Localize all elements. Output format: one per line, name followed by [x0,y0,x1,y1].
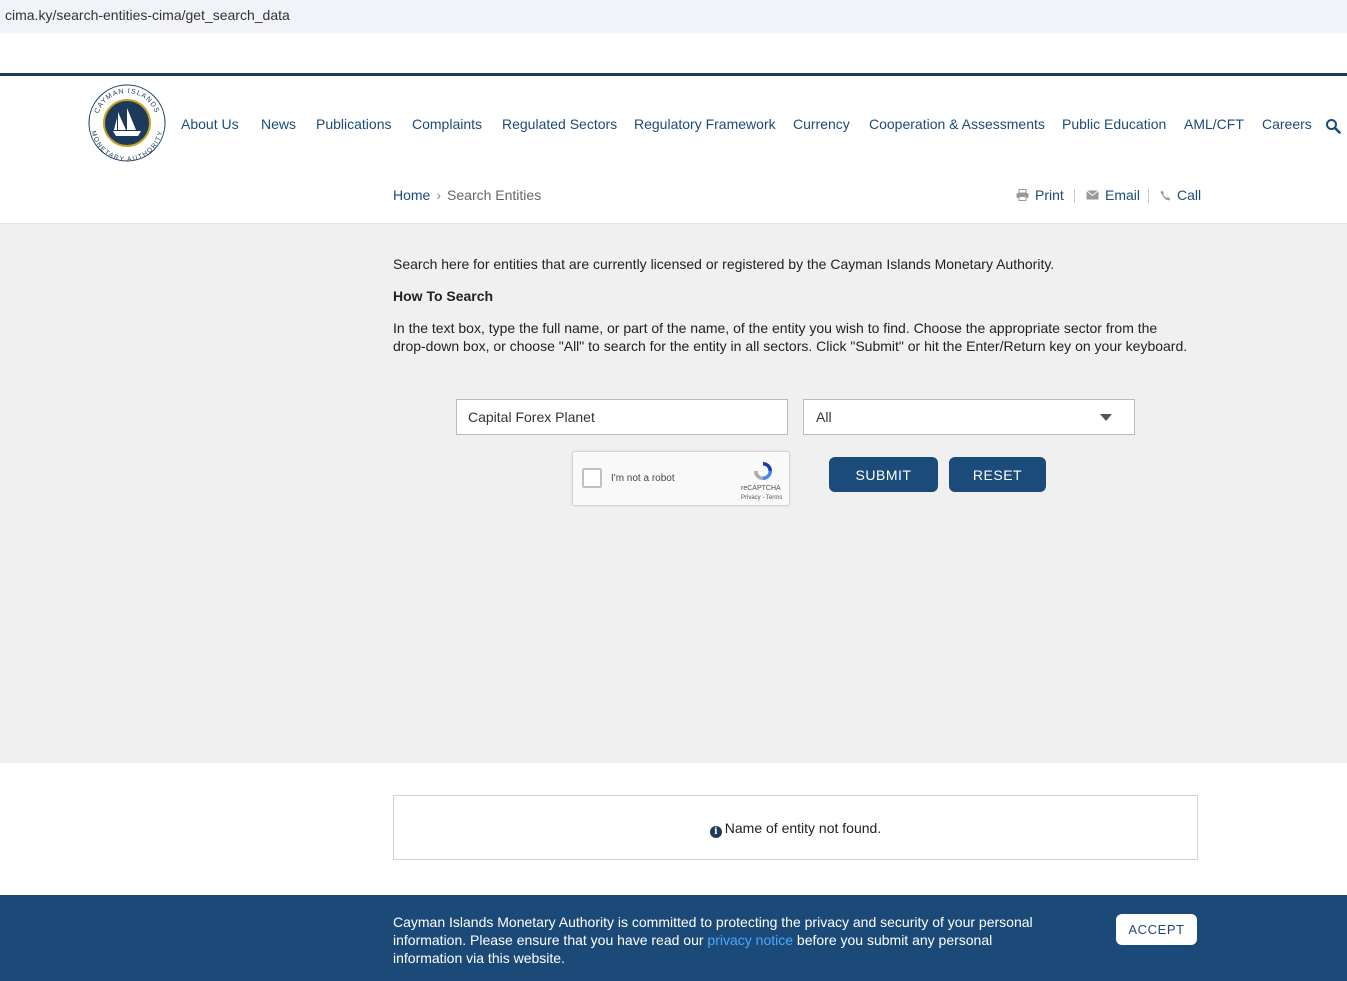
recaptcha-label: I'm not a robot [611,473,675,484]
nav-cooperation[interactable]: Cooperation & Assessments [869,116,1045,132]
url-text: cima.ky/search-entities-cima/get_search_… [5,7,290,23]
nav-public-education[interactable]: Public Education [1062,116,1166,132]
breadcrumb: Home › Search Entities [393,187,541,203]
nav-currency[interactable]: Currency [793,116,850,132]
result-message-text: Name of entity not found. [724,820,882,836]
nav-about-us[interactable]: About Us [181,116,239,132]
phone-icon [1160,190,1171,200]
submit-button[interactable]: SUBMIT [829,457,938,492]
recaptcha-links[interactable]: Privacy - Terms [741,495,782,501]
tool-divider [1074,189,1075,203]
nav-publications[interactable]: Publications [316,116,392,132]
email-button[interactable]: Email [1086,187,1140,203]
intro-text: Search here for entities that are curren… [393,256,1055,272]
breadcrumb-current: Search Entities [447,187,542,203]
print-button[interactable]: Print [1016,187,1064,203]
nav-complaints[interactable]: Complaints [412,116,482,132]
recaptcha-checkbox[interactable] [582,468,602,488]
cookie-text: Cayman Islands Monetary Authority is com… [393,913,1063,967]
entity-name-input[interactable] [456,399,788,435]
printer-icon [1016,189,1029,201]
nav-news[interactable]: News [261,116,296,132]
breadcrumb-chevron-icon: › [436,187,442,203]
search-icon[interactable] [1325,118,1341,134]
cima-logo[interactable]: CAYMAN ISLANDS MONETARY AUTHORITY [88,84,166,162]
browser-address-bar[interactable]: cima.ky/search-entities-cima/get_search_… [0,0,1347,33]
chevron-down-icon [1100,414,1112,421]
privacy-notice-link[interactable]: privacy notice [707,932,793,948]
recaptcha-brand: reCAPTCHA [741,485,781,492]
sector-dropdown[interactable]: All [803,399,1135,435]
recaptcha-widget: I'm not a robot reCAPTCHA Privacy - Term… [572,451,790,506]
call-label: Call [1177,187,1202,203]
print-label: Print [1035,187,1064,203]
envelope-icon [1086,190,1099,200]
info-circle-icon: i [709,826,722,838]
nav-regulatory-framework[interactable]: Regulatory Framework [634,116,776,132]
recaptcha-logo-icon [754,462,772,480]
header-top-rule [0,73,1347,76]
sector-selected-value: All [816,409,832,425]
search-result-box: i Name of entity not found. [393,795,1198,860]
tool-divider [1148,189,1149,203]
how-to-search-text: In the text box, type the full name, or … [393,320,1188,354]
call-button[interactable]: Call [1160,187,1201,203]
nav-careers[interactable]: Careers [1262,116,1312,132]
nav-regulated-sectors[interactable]: Regulated Sectors [502,116,617,132]
how-to-search-heading: How To Search [393,288,494,304]
accept-button[interactable]: ACCEPT [1116,914,1197,945]
result-message: i Name of entity not found. [394,820,1197,838]
breadcrumb-home[interactable]: Home [393,187,430,203]
nav-aml-cft[interactable]: AML/CFT [1184,116,1244,132]
reset-button[interactable]: RESET [949,457,1046,492]
email-label: Email [1105,187,1141,203]
